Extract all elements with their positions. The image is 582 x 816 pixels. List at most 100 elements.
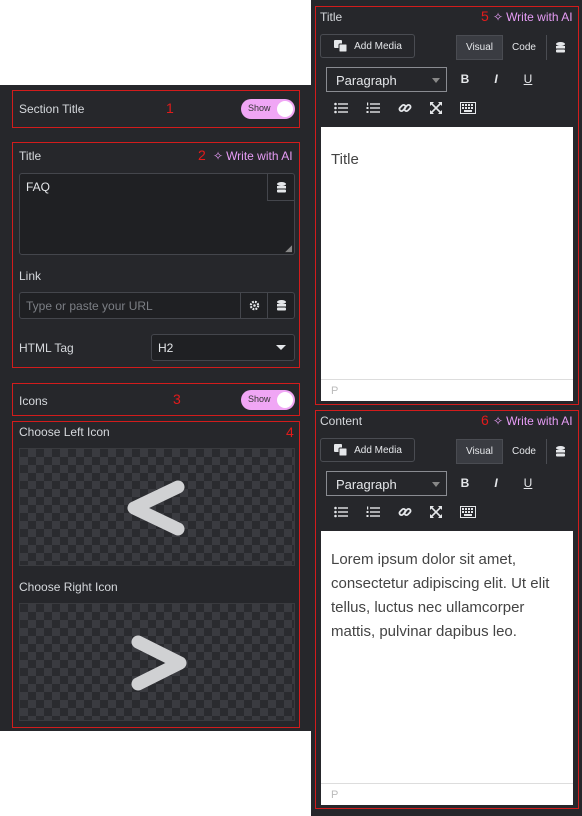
numbered-list-icon xyxy=(366,506,380,517)
bullet-list-button[interactable] xyxy=(332,100,350,116)
link-icon xyxy=(398,104,412,112)
link-label: Link xyxy=(19,269,42,283)
link-dynamic-tags-button[interactable] xyxy=(267,293,294,318)
annotation-number-6: 6 xyxy=(481,412,489,428)
write-with-ai-link[interactable]: ✧ Write with AI xyxy=(493,414,573,428)
keyboard-icon xyxy=(460,506,476,518)
italic-button[interactable]: I xyxy=(487,474,505,492)
tab-code[interactable]: Code xyxy=(503,35,545,60)
bullet-list-icon xyxy=(334,506,348,518)
dynamic-tags-button[interactable] xyxy=(267,174,294,201)
add-media-label: Add Media xyxy=(354,444,402,456)
chevron-right-icon xyxy=(131,635,187,691)
choose-left-icon-label: Choose Left Icon xyxy=(19,425,110,439)
annotation-number-3: 3 xyxy=(173,391,181,407)
insert-link-button[interactable] xyxy=(396,100,414,116)
title-editor-content: Title xyxy=(331,151,359,168)
title-label: Title xyxy=(19,149,42,163)
sparkle-icon: ✧ xyxy=(493,10,504,24)
chevron-left-icon xyxy=(127,480,185,536)
italic-button[interactable]: I xyxy=(487,70,505,88)
dynamic-tags-button[interactable] xyxy=(546,439,573,464)
title-value: FAQ xyxy=(26,180,51,194)
resize-handle-icon[interactable]: ◢ xyxy=(285,243,292,254)
tab-code[interactable]: Code xyxy=(503,439,545,464)
section-title-toggle[interactable]: Show xyxy=(241,99,295,119)
media-icon xyxy=(334,444,348,457)
dynamic-tags-button[interactable] xyxy=(546,35,573,60)
toolbar-toggle-button[interactable] xyxy=(459,100,477,116)
database-icon xyxy=(555,42,565,53)
fullscreen-button[interactable] xyxy=(427,100,445,116)
keyboard-icon xyxy=(460,102,476,114)
annotation-number-2: 2 xyxy=(198,147,206,163)
path-label: P xyxy=(331,385,339,397)
format-value: Paragraph xyxy=(336,477,397,492)
media-icon xyxy=(334,40,348,53)
content-editor-statusbar: P xyxy=(321,783,573,805)
title-editor-area[interactable]: Title xyxy=(321,127,573,379)
write-with-ai-label: Write with AI xyxy=(226,149,293,163)
write-with-ai-link[interactable]: ✧ Write with AI xyxy=(493,10,573,24)
choose-right-icon-label: Choose Right Icon xyxy=(19,580,118,594)
numbered-list-icon xyxy=(366,102,380,113)
caret-down-icon xyxy=(276,345,286,350)
format-select[interactable]: Paragraph xyxy=(326,67,447,92)
content-editor-area[interactable]: Lorem ipsum dolor sit amet, consectetur … xyxy=(321,531,573,783)
tab-visual-label: Visual xyxy=(465,446,494,457)
write-with-ai-link[interactable]: ✧ Write with AI xyxy=(213,149,293,163)
insert-link-button[interactable] xyxy=(396,504,414,520)
tab-visual[interactable]: Visual xyxy=(456,35,503,60)
expand-icon xyxy=(430,102,442,114)
fullscreen-button[interactable] xyxy=(427,504,445,520)
toggle-knob xyxy=(277,101,293,117)
database-icon xyxy=(276,300,286,311)
toolbar-toggle-button[interactable] xyxy=(459,504,477,520)
link-icon xyxy=(398,508,412,516)
html-tag-label: HTML Tag xyxy=(19,341,74,355)
format-select[interactable]: Paragraph xyxy=(326,471,447,496)
annotation-number-5: 5 xyxy=(481,8,489,24)
icons-toggle[interactable]: Show xyxy=(241,390,295,410)
html-tag-select[interactable]: H2 xyxy=(151,334,295,361)
sparkle-icon: ✧ xyxy=(213,149,224,163)
link-options-button[interactable] xyxy=(240,293,268,318)
toggle-knob xyxy=(277,392,293,408)
path-label: P xyxy=(331,789,339,801)
write-with-ai-label: Write with AI xyxy=(506,10,573,24)
tab-visual[interactable]: Visual xyxy=(456,439,503,464)
database-icon xyxy=(276,181,286,192)
link-input[interactable]: Type or paste your URL xyxy=(19,292,295,319)
title-textarea[interactable]: FAQ ◢ xyxy=(19,173,295,255)
toggle-label: Show xyxy=(248,103,271,113)
expand-icon xyxy=(430,506,442,518)
content-editor-label: Content xyxy=(320,414,363,428)
annotation-number-1: 1 xyxy=(166,100,174,116)
bold-button[interactable]: B xyxy=(456,474,474,492)
toggle-label: Show xyxy=(248,394,271,404)
section-title-label: Section Title xyxy=(19,102,85,116)
gear-icon xyxy=(249,300,260,311)
right-icon-picker[interactable] xyxy=(19,603,295,721)
sparkle-icon: ✧ xyxy=(493,414,504,428)
caret-down-icon xyxy=(432,482,440,487)
title-editor-statusbar: P xyxy=(321,379,573,401)
tab-code-label: Code xyxy=(512,42,536,53)
underline-button[interactable]: U xyxy=(519,474,537,492)
add-media-button[interactable]: Add Media xyxy=(320,438,415,462)
title-editor-label: Title xyxy=(320,10,343,24)
numbered-list-button[interactable] xyxy=(364,504,382,520)
content-editor-text: Lorem ipsum dolor sit amet, consectetur … xyxy=(331,551,550,640)
left-icon-picker[interactable] xyxy=(19,448,295,566)
link-placeholder: Type or paste your URL xyxy=(26,299,153,313)
bold-button[interactable]: B xyxy=(456,70,474,88)
write-with-ai-label: Write with AI xyxy=(506,414,573,428)
numbered-list-button[interactable] xyxy=(364,100,382,116)
underline-button[interactable]: U xyxy=(519,70,537,88)
add-media-button[interactable]: Add Media xyxy=(320,34,415,58)
bullet-list-icon xyxy=(334,102,348,114)
bullet-list-button[interactable] xyxy=(332,504,350,520)
add-media-label: Add Media xyxy=(354,40,402,52)
annotation-number-4: 4 xyxy=(286,424,294,440)
html-tag-value: H2 xyxy=(158,341,174,355)
